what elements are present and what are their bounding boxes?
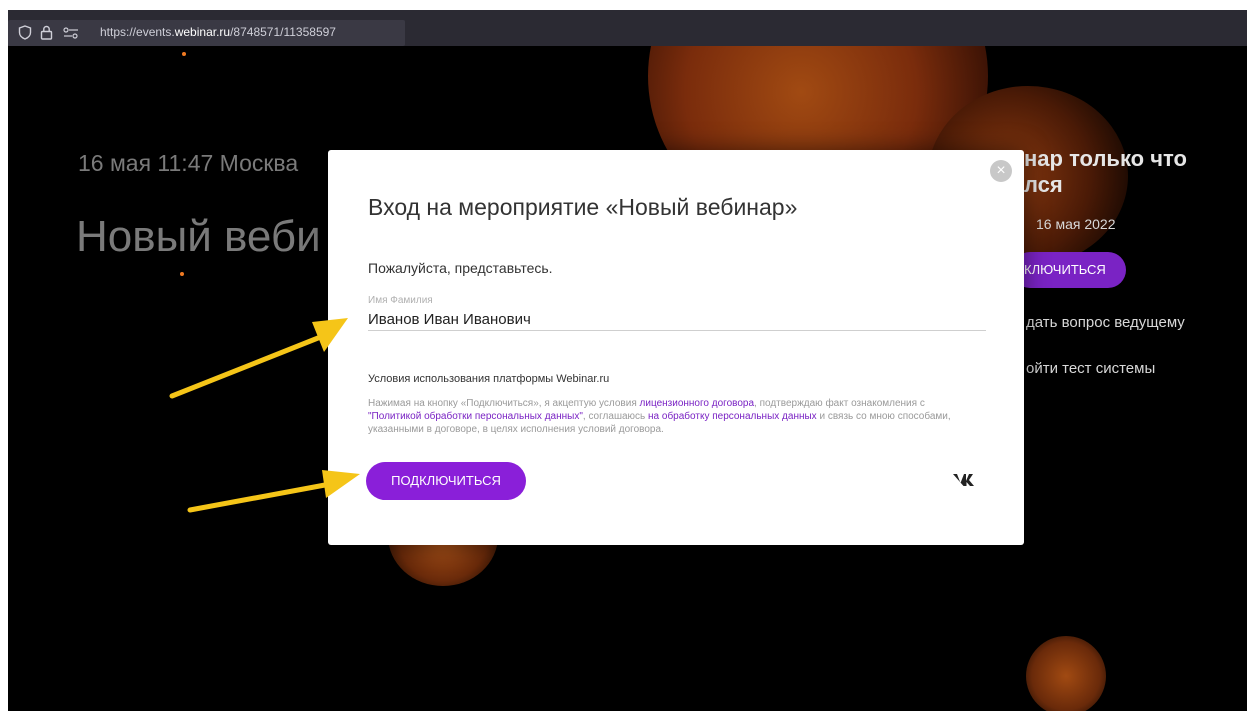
vk-icon[interactable] bbox=[952, 472, 978, 493]
browser-address-bar: https://events.webinar.ru/8748571/113585… bbox=[8, 10, 1247, 46]
terms-title: Условия использования платформы Webinar.… bbox=[368, 373, 610, 385]
modal-intro: Пожалуйста, представьтесь. bbox=[368, 260, 553, 276]
terms-part: , подтверждаю факт ознакомления с bbox=[754, 398, 925, 409]
orange-blob-corner bbox=[1026, 636, 1106, 711]
decor-dot bbox=[180, 272, 184, 276]
connect-button[interactable]: ПОДКЛЮЧИТЬСЯ bbox=[366, 462, 526, 500]
event-title: Новый веби bbox=[76, 212, 321, 261]
event-date: 16 мая 11:47 Москва bbox=[78, 150, 299, 176]
login-modal: × Вход на мероприятие «Новый вебинар» По… bbox=[328, 150, 1024, 545]
lock-icon[interactable] bbox=[40, 25, 53, 45]
name-input[interactable] bbox=[368, 308, 986, 331]
ask-question-link[interactable]: дать вопрос ведущему bbox=[1026, 314, 1185, 331]
permissions-icon[interactable] bbox=[62, 26, 80, 44]
status-heading-2: лся bbox=[1024, 172, 1063, 197]
name-field-label: Имя Фамилия bbox=[368, 295, 433, 306]
url-domain: webinar.ru bbox=[174, 25, 231, 39]
close-icon[interactable]: × bbox=[990, 160, 1012, 182]
decor-dot bbox=[182, 52, 186, 56]
terms-text: Нажимая на кнопку «Подключиться», я акце… bbox=[368, 397, 968, 436]
url-text[interactable]: https://events.webinar.ru/8748571/113585… bbox=[100, 25, 336, 39]
status-date: 16 мая 2022 bbox=[1036, 216, 1116, 232]
system-test-link[interactable]: ойти тест системы bbox=[1026, 360, 1155, 377]
bg-connect-button[interactable]: КЛЮЧИТЬСЯ bbox=[1012, 252, 1126, 288]
terms-part: , соглашаюсь bbox=[582, 411, 649, 422]
terms-part: Нажимая на кнопку «Подключиться», я акце… bbox=[368, 398, 640, 409]
status-heading-1: нар только что bbox=[1024, 146, 1187, 171]
privacy-policy-link[interactable]: "Политикой обработки персональных данных… bbox=[368, 411, 583, 422]
url-path: /8748571/11358597 bbox=[230, 25, 336, 39]
modal-title: Вход на мероприятие «Новый вебинар» bbox=[368, 194, 798, 220]
data-processing-link[interactable]: на обработку персональных данных bbox=[648, 411, 817, 422]
shield-icon[interactable] bbox=[18, 25, 32, 45]
license-agreement-link[interactable]: лицензионного договора bbox=[640, 398, 755, 409]
url-prefix: https://events. bbox=[100, 25, 175, 39]
